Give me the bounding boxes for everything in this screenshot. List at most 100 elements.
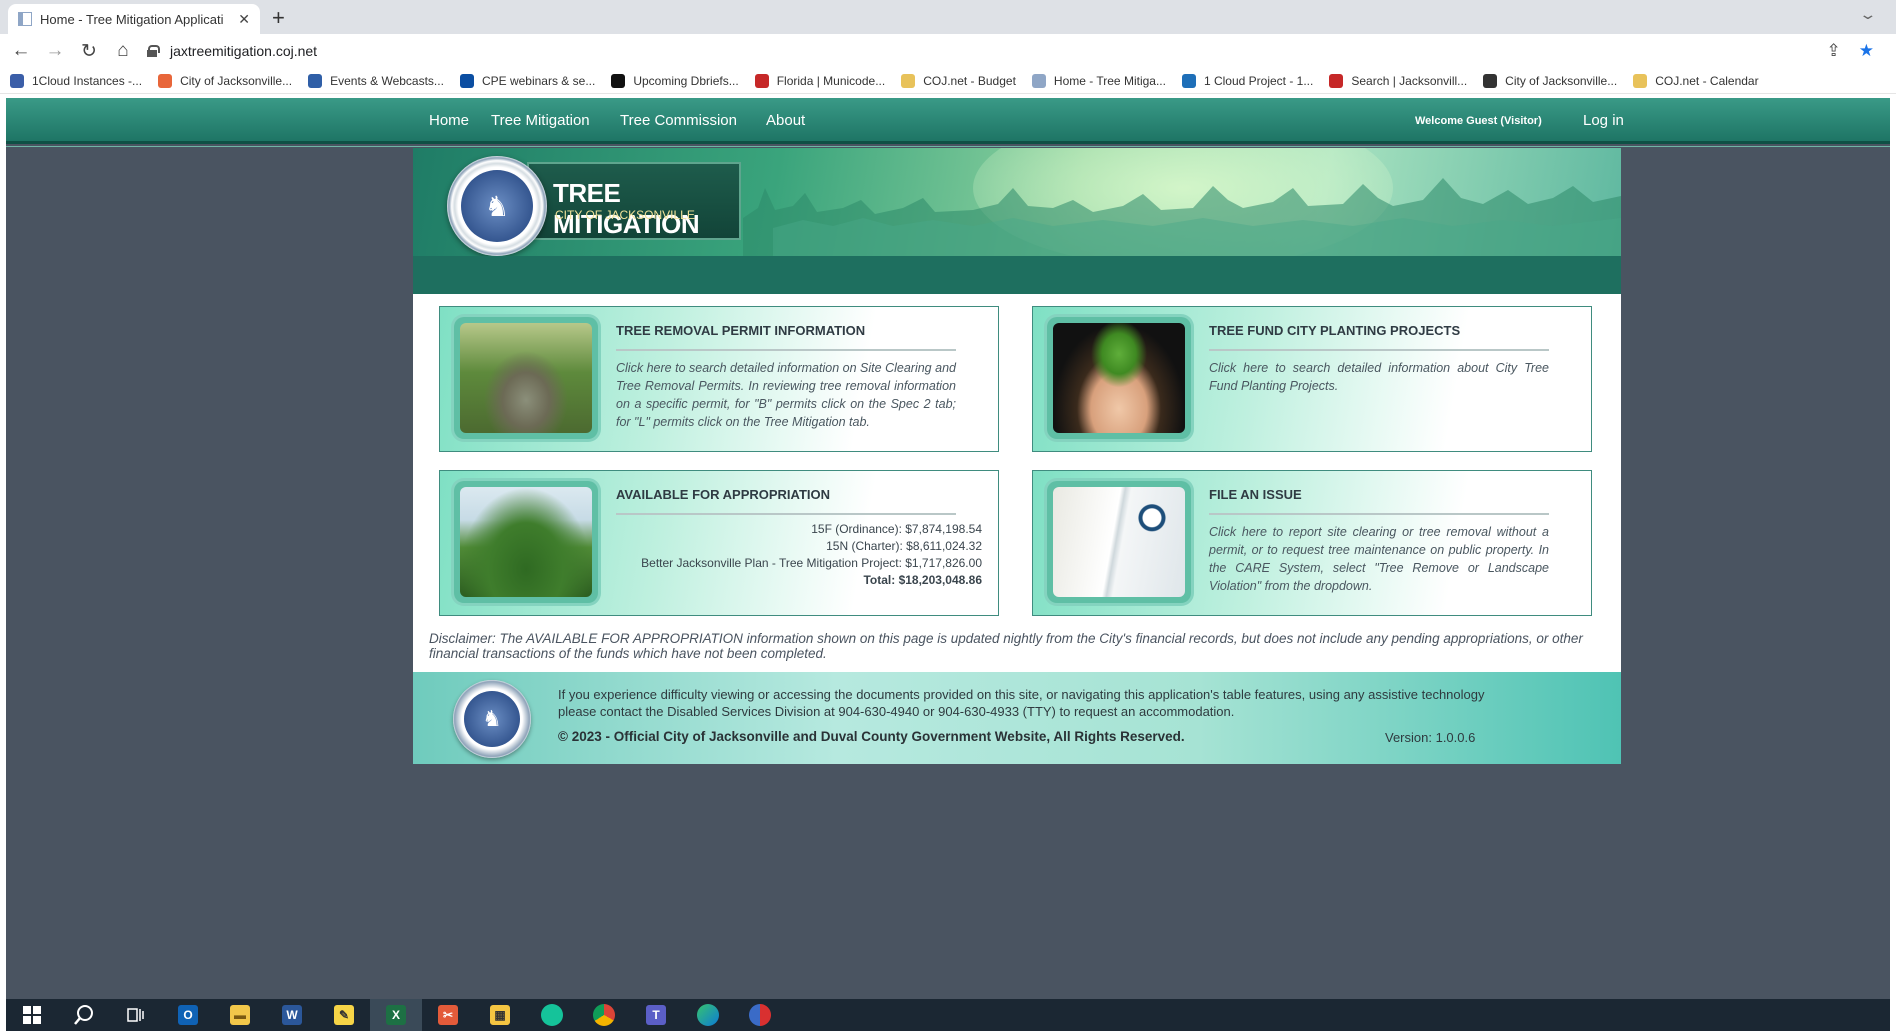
card-thumbnail — [1047, 481, 1191, 603]
version-text: Version: 1.0.0.6 — [1385, 730, 1476, 745]
bookmark-item[interactable]: COJ.net - Budget — [901, 73, 1016, 88]
bookmark-label: Upcoming Dbriefs... — [633, 73, 739, 88]
card-title[interactable]: AVAILABLE FOR APPROPRIATION — [616, 487, 830, 502]
bookmark-item[interactable]: Events & Webcasts... — [308, 73, 444, 88]
browser-toolbar: ← → ↻ ⌂ jaxtreemitigation.coj.net ⇪ ★ — [0, 34, 1896, 68]
card-title[interactable]: TREE FUND CITY PLANTING PROJECTS — [1209, 323, 1460, 338]
calculator-icon[interactable]: ▦ — [474, 999, 526, 1031]
new-tab-button[interactable]: + — [272, 5, 285, 31]
url-text[interactable]: jaxtreemitigation.coj.net — [170, 43, 317, 59]
copyright-text: © 2023 - Official City of Jacksonville a… — [558, 729, 1185, 744]
fund-15n-amount: 15N (Charter): $8,611,024.32 — [826, 539, 982, 553]
bookmark-favicon-icon — [10, 73, 24, 88]
city-seal-icon: ♞ — [447, 156, 547, 256]
address-bar[interactable]: jaxtreemitigation.coj.net — [146, 37, 1827, 65]
card-divider — [1209, 513, 1549, 515]
card-available-appropriation[interactable]: AVAILABLE FOR APPROPRIATION 15F (Ordinan… — [439, 470, 999, 616]
bookmark-item[interactable]: City of Jacksonville... — [158, 73, 292, 88]
bookmark-item[interactable]: Search | Jacksonvill... — [1329, 73, 1467, 88]
windows-taskbar: O ▬ W ✎ X ✂ ▦ T — [6, 999, 1890, 1031]
bookmark-label: COJ.net - Calendar — [1655, 73, 1759, 88]
nav-divider — [6, 146, 1890, 147]
logo-subtitle: CITY OF JACKSONVILLE — [555, 208, 695, 222]
card-divider — [616, 349, 956, 351]
bookmark-favicon-icon — [1633, 73, 1648, 88]
snipping-icon[interactable]: ✂ — [422, 999, 474, 1031]
sticky-notes-icon[interactable]: ✎ — [318, 999, 370, 1031]
bookmark-item[interactable]: Florida | Municode... — [754, 73, 886, 88]
browser-tab-strip: Home - Tree Mitigation Applicati ✕ + ⌄ — [0, 0, 1896, 34]
seal-emblem: ♞ — [461, 170, 533, 242]
card-description[interactable]: Click here to search detailed informatio… — [616, 359, 956, 431]
card-thumbnail — [454, 317, 598, 439]
appropriation-amounts: 15F (Ordinance): $7,874,198.54 15N (Char… — [641, 521, 982, 589]
bookmark-favicon-icon — [1329, 73, 1344, 88]
site-logo[interactable]: TREE MITIGATION CITY OF JACKSONVILLE ♞ — [447, 156, 787, 256]
bookmark-label: 1 Cloud Project - 1... — [1203, 73, 1314, 88]
remote-app-icon[interactable] — [734, 999, 786, 1031]
bookmark-star-icon[interactable]: ★ — [1859, 41, 1874, 61]
nav-home[interactable]: Home — [429, 112, 469, 129]
browser-tab[interactable]: Home - Tree Mitigation Applicati ✕ — [8, 4, 260, 34]
bookmark-favicon-icon — [1031, 73, 1046, 88]
windows-start-icon[interactable] — [6, 999, 58, 1031]
login-link[interactable]: Log in — [1583, 112, 1624, 129]
bookmark-item[interactable]: 1 Cloud Project - 1... — [1181, 73, 1314, 88]
word-icon[interactable]: W — [266, 999, 318, 1031]
total-amount: Total: $18,203,048.86 — [863, 573, 982, 587]
outlook-icon[interactable]: O — [162, 999, 214, 1031]
card-tree-fund-planting[interactable]: TREE FUND CITY PLANTING PROJECTS Click h… — [1032, 306, 1592, 452]
page-footer: ♞ If you experience difficulty viewing o… — [413, 672, 1621, 764]
main-content: TREE MITIGATION CITY OF JACKSONVILLE ♞ T… — [413, 148, 1621, 764]
fund-15f-amount: 15F (Ordinance): $7,874,198.54 — [811, 522, 982, 536]
teams-icon[interactable]: T — [630, 999, 682, 1031]
card-divider — [1209, 349, 1549, 351]
seal-emblem: ♞ — [464, 691, 520, 747]
share-icon[interactable]: ⇪ — [1827, 41, 1841, 61]
close-tab-icon[interactable]: ✕ — [238, 11, 250, 28]
bookmark-favicon-icon — [611, 73, 626, 88]
forward-icon[interactable]: → — [38, 40, 72, 62]
bookmark-label: Florida | Municode... — [776, 73, 886, 88]
card-description[interactable]: Click here to search detailed informatio… — [1209, 359, 1549, 395]
bookmark-favicon-icon — [308, 73, 323, 88]
welcome-text: Welcome Guest (Visitor) — [1415, 115, 1542, 127]
excel-icon[interactable]: X — [370, 999, 422, 1031]
document-brochure-image — [1053, 487, 1185, 597]
card-thumbnail — [454, 481, 598, 603]
card-description[interactable]: Click here to report site clearing or tr… — [1209, 523, 1549, 595]
card-tree-removal-permit[interactable]: TREE REMOVAL PERMIT INFORMATION Click he… — [439, 306, 999, 452]
bookmark-favicon-icon — [754, 73, 769, 88]
bookmark-label: COJ.net - Budget — [923, 73, 1016, 88]
bookmark-item[interactable]: COJ.net - Calendar — [1633, 73, 1759, 88]
bookmark-item[interactable]: City of Jacksonville... — [1483, 73, 1617, 88]
bookmark-item[interactable]: 1Cloud Instances -... — [10, 73, 142, 88]
reload-icon[interactable]: ↻ — [72, 40, 106, 63]
fallen-tree-image — [460, 323, 592, 433]
card-file-an-issue[interactable]: FILE AN ISSUE Click here to report site … — [1032, 470, 1592, 616]
card-title[interactable]: FILE AN ISSUE — [1209, 487, 1302, 502]
file-explorer-icon[interactable]: ▬ — [214, 999, 266, 1031]
lock-icon[interactable] — [146, 45, 160, 57]
bookmark-item[interactable]: Upcoming Dbriefs... — [611, 73, 739, 88]
back-icon[interactable]: ← — [4, 40, 38, 62]
nav-tree-commission[interactable]: Tree Commission — [620, 112, 737, 129]
nav-tree-mitigation[interactable]: Tree Mitigation — [491, 112, 590, 129]
grammarly-icon[interactable] — [526, 999, 578, 1031]
bookmark-item[interactable]: Home - Tree Mitiga... — [1031, 73, 1166, 88]
site-nav-bar: Home Tree Mitigation Tree Commission Abo… — [6, 98, 1890, 147]
card-thumbnail — [1047, 317, 1191, 439]
nav-about[interactable]: About — [766, 112, 805, 129]
chrome-icon[interactable] — [578, 999, 630, 1031]
tab-title: Home - Tree Mitigation Applicati — [40, 11, 224, 27]
disclaimer-text: Disclaimer: The AVAILABLE FOR APPROPRIAT… — [429, 631, 1583, 661]
bookmark-item[interactable]: CPE webinars & se... — [459, 73, 595, 88]
home-icon[interactable]: ⌂ — [106, 40, 140, 62]
search-icon[interactable] — [58, 999, 110, 1031]
tab-search-chevron-icon[interactable]: ⌄ — [1859, 6, 1878, 23]
bookmark-favicon-icon — [1483, 73, 1498, 88]
task-view-icon[interactable] — [110, 999, 162, 1031]
edge-icon[interactable] — [682, 999, 734, 1031]
card-title[interactable]: TREE REMOVAL PERMIT INFORMATION — [616, 323, 865, 338]
bookmark-favicon-icon — [158, 73, 173, 88]
